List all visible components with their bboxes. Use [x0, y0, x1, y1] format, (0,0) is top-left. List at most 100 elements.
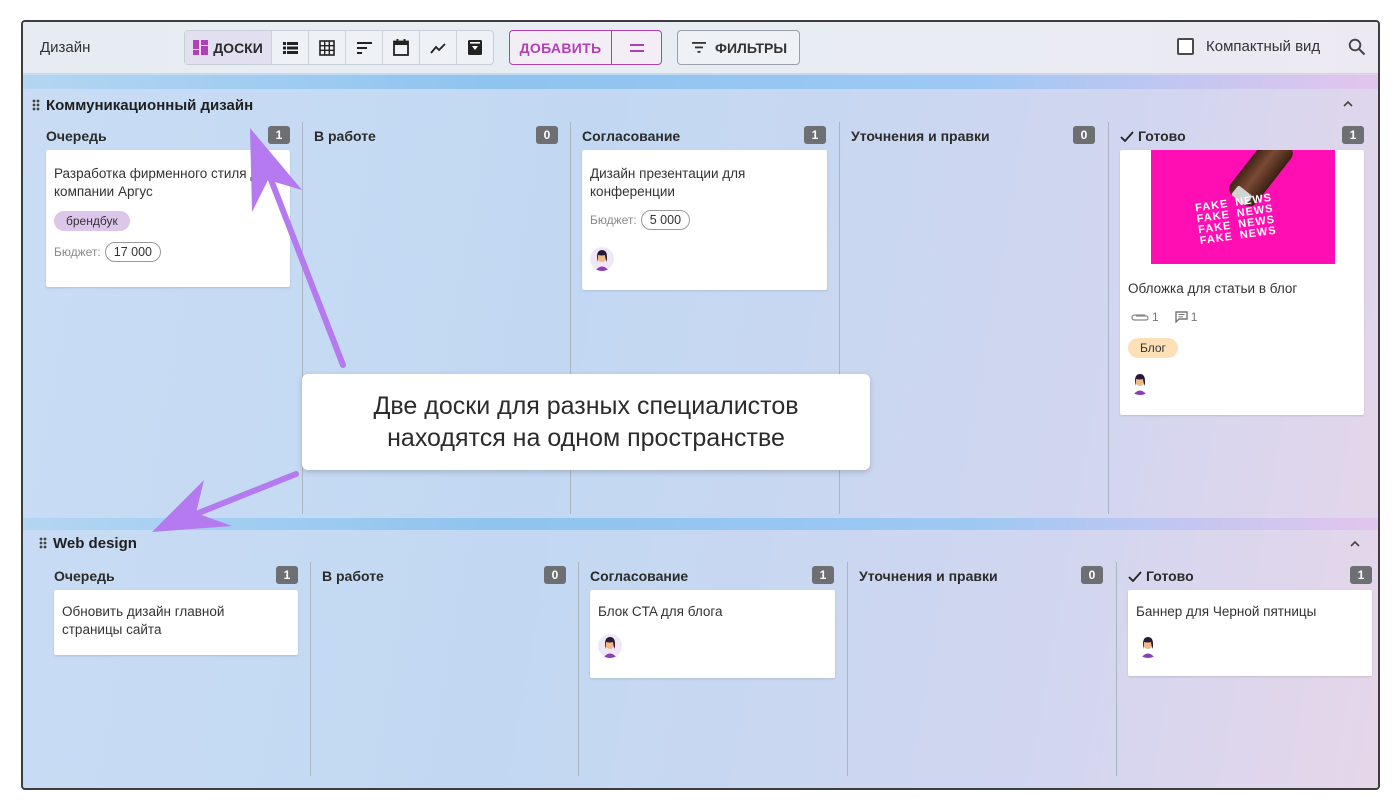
board-title: Коммуникационный дизайн [46, 96, 254, 114]
list-view-button[interactable] [271, 31, 308, 64]
annotation-callout: Две доски для разных специалистов находя… [302, 374, 870, 470]
search-icon[interactable] [1348, 38, 1366, 56]
column-count-badge: 0 [1081, 566, 1103, 584]
task-card[interactable]: FAKE NEWS FAKE NEWS FAKE NEWS FAKE NEWS … [1120, 150, 1364, 415]
column-count-badge: 1 [804, 126, 826, 144]
task-card[interactable]: Блок CTA для блога [590, 590, 835, 678]
column-title-label: Готово [1146, 568, 1194, 584]
paperclip-icon [1131, 313, 1149, 321]
column-count-badge: 0 [544, 566, 566, 584]
menu-lines-icon [629, 43, 644, 46]
annotation-line-2: находятся на одном пространстве [387, 424, 785, 452]
boards-view-button[interactable]: ДОСКИ [185, 31, 271, 64]
card-title: Обложка для статьи в блог [1128, 281, 1298, 296]
card-title: Баннер для Черной пятницы [1136, 604, 1317, 619]
column-title: В работе [322, 568, 384, 584]
budget-label: Бюджет: [54, 245, 101, 259]
compact-view-toggle[interactable]: Компактный вид [1177, 38, 1320, 55]
column-title: В работе [314, 128, 376, 144]
list-icon [282, 41, 298, 54]
column-title: Очередь [46, 128, 107, 144]
budget-value: 5 000 [640, 210, 691, 230]
column-count-badge: 1 [1350, 566, 1372, 584]
card-cover-image: FAKE NEWS FAKE NEWS FAKE NEWS FAKE NEWS [1151, 150, 1335, 264]
column-title-label: Готово [1138, 128, 1186, 144]
compact-view-checkbox[interactable] [1177, 38, 1194, 55]
column-divider [1108, 122, 1109, 514]
board-separator [23, 75, 1378, 89]
task-card[interactable]: Дизайн презентации для конференции Бюдже… [582, 150, 827, 290]
card-tag: Блог [1128, 338, 1178, 358]
budget-value: 17 000 [104, 242, 161, 262]
chart-view-button[interactable] [419, 31, 456, 64]
add-button[interactable]: ДОБАВИТЬ [510, 31, 612, 64]
card-tag: брендбук [54, 211, 130, 231]
cover-text: FAKE NEWS FAKE NEWS FAKE NEWS FAKE NEWS [1194, 191, 1278, 248]
add-button-group: ДОБАВИТЬ [509, 30, 662, 65]
task-card[interactable]: Баннер для Черной пятницы [1128, 590, 1372, 676]
board-web-design: Web design Очередь 1 Обновить дизайн гла… [37, 530, 1377, 788]
archive-icon [468, 40, 482, 55]
card-title: Разработка фирменного стиля для компании… [54, 166, 274, 199]
toolbar: Дизайн ДОСКИ ДОБАВИТЬ ФИЛЬТРЫ Компактный… [23, 22, 1378, 74]
boards-view-label: ДОСКИ [213, 39, 263, 56]
column-title: Уточнения и правки [859, 568, 998, 584]
column-title: Готово [1128, 568, 1194, 584]
comment-icon [1174, 311, 1188, 323]
boards-icon [193, 40, 209, 55]
card-title: Блок CTA для блога [598, 604, 723, 619]
filter-icon [692, 42, 706, 53]
calendar-icon [393, 39, 409, 56]
task-card[interactable]: Разработка фирменного стиля для компании… [46, 150, 290, 287]
drag-handle-icon[interactable] [32, 99, 40, 111]
calendar-view-button[interactable] [382, 31, 419, 64]
comments-count: 1 [1174, 310, 1197, 324]
archive-view-button[interactable] [456, 31, 493, 64]
board-title: Web design [53, 534, 137, 552]
gantt-icon [356, 41, 372, 54]
column-count-badge: 1 [276, 566, 298, 584]
column-title: Согласование [582, 128, 681, 144]
checkmark-icon [1128, 570, 1142, 582]
task-card[interactable]: Обновить дизайн главной страницы сайта [54, 590, 298, 655]
board-header: Коммуникационный дизайн [32, 92, 253, 118]
drag-handle-icon[interactable] [39, 537, 47, 549]
column-count-badge: 1 [1342, 126, 1364, 144]
view-switcher: ДОСКИ [184, 30, 494, 65]
table-icon [319, 39, 335, 56]
column-count-badge: 0 [536, 126, 558, 144]
filters-label: ФИЛЬТРЫ [715, 39, 788, 56]
column-count-badge: 0 [1073, 126, 1095, 144]
chevron-up-icon[interactable] [1349, 538, 1361, 550]
avatar[interactable] [1136, 634, 1160, 658]
avatar[interactable] [598, 634, 622, 658]
card-meta: 1 1 [1131, 310, 1197, 324]
column-title: Согласование [590, 568, 689, 584]
card-budget: Бюджет: 5 000 [590, 210, 691, 230]
budget-label: Бюджет: [590, 213, 637, 227]
column-count-badge: 1 [268, 126, 290, 144]
column-title: Готово [1120, 128, 1186, 144]
board-header: Web design [39, 530, 137, 556]
card-budget: Бюджет: 17 000 [54, 242, 161, 262]
avatar[interactable] [1128, 371, 1152, 395]
chart-icon [430, 42, 446, 54]
table-view-button[interactable] [308, 31, 345, 64]
gantt-view-button[interactable] [345, 31, 382, 64]
checkmark-icon [1120, 130, 1134, 142]
filters-button[interactable]: ФИЛЬТРЫ [677, 30, 800, 65]
space-title: Дизайн [40, 39, 91, 56]
add-menu-button[interactable] [612, 31, 661, 64]
attachments-count: 1 [1131, 310, 1159, 324]
column-divider [310, 562, 311, 776]
chevron-up-icon[interactable] [1342, 98, 1354, 110]
column-count-badge: 1 [812, 566, 834, 584]
column-divider [1116, 562, 1117, 776]
column-divider [578, 562, 579, 776]
column-title: Уточнения и правки [851, 128, 990, 144]
card-title: Дизайн презентации для конференции [590, 166, 746, 199]
column-divider [847, 562, 848, 776]
board-separator [23, 518, 1378, 530]
avatar[interactable] [590, 247, 614, 271]
annotation-line-1: Две доски для разных специалистов [373, 392, 799, 420]
